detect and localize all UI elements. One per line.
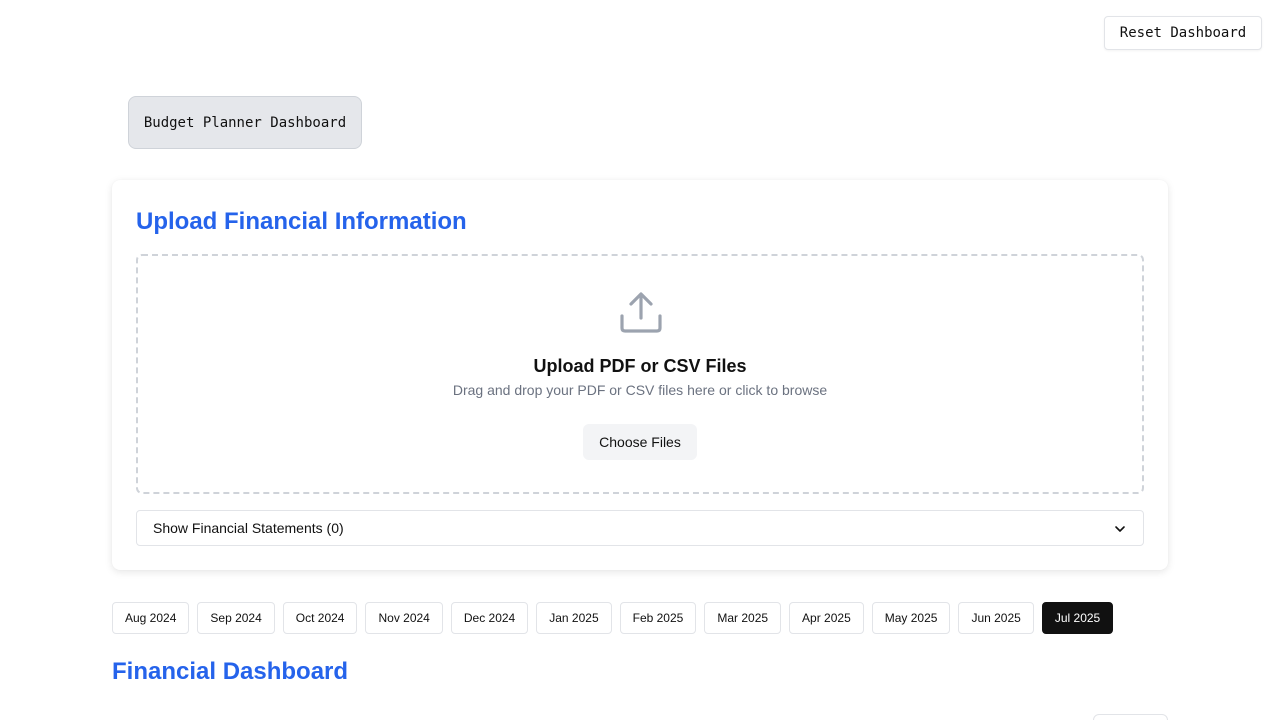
dashboard-action-button[interactable] <box>1093 714 1168 720</box>
month-button[interactable]: Mar 2025 <box>704 602 782 634</box>
month-button[interactable]: Sep 2024 <box>197 602 275 634</box>
month-selector: Aug 2024 Sep 2024 Oct 2024 Nov 2024 Dec 2024… <box>112 602 1114 634</box>
month-button[interactable]: May 2025 <box>871 602 951 634</box>
month-button[interactable]: Aug 2024 <box>112 602 190 634</box>
upload-icon <box>620 292 662 333</box>
choose-files-button[interactable]: Choose Files <box>583 424 697 460</box>
reset-dashboard-button[interactable]: Reset Dashboard <box>1104 16 1262 50</box>
month-button[interactable]: Feb 2025 <box>619 602 697 634</box>
statements-toggle-label: Show Financial Statements (0) <box>153 520 344 536</box>
dropzone-title: Upload PDF or CSV Files <box>533 356 747 376</box>
upload-section-title: Upload Financial Information <box>136 208 467 235</box>
page: Reset Dashboard Budget Planner Dashboard… <box>0 0 1280 720</box>
financial-statements-toggle[interactable]: Show Financial Statements (0) <box>136 510 1144 546</box>
app-title-badge: Budget Planner Dashboard <box>128 96 362 149</box>
month-button[interactable]: Jun 2025 <box>958 602 1034 634</box>
month-button[interactable]: Nov 2024 <box>365 602 443 634</box>
chevron-down-icon <box>1115 526 1125 532</box>
month-button[interactable]: Oct 2024 <box>282 602 358 634</box>
month-button[interactable]: Apr 2025 <box>789 602 864 634</box>
file-dropzone[interactable]: Upload PDF or CSV Files Drag and drop yo… <box>136 254 1144 494</box>
month-button[interactable]: Jul 2025 <box>1041 602 1114 634</box>
dashboard-title: Financial Dashboard <box>112 658 349 685</box>
month-button[interactable]: Dec 2024 <box>450 602 529 634</box>
upload-card: Upload Financial Information Upload PDF … <box>112 180 1168 570</box>
month-button[interactable]: Jan 2025 <box>536 602 612 634</box>
dropzone-hint: Drag and drop your PDF or CSV files here… <box>452 382 828 398</box>
